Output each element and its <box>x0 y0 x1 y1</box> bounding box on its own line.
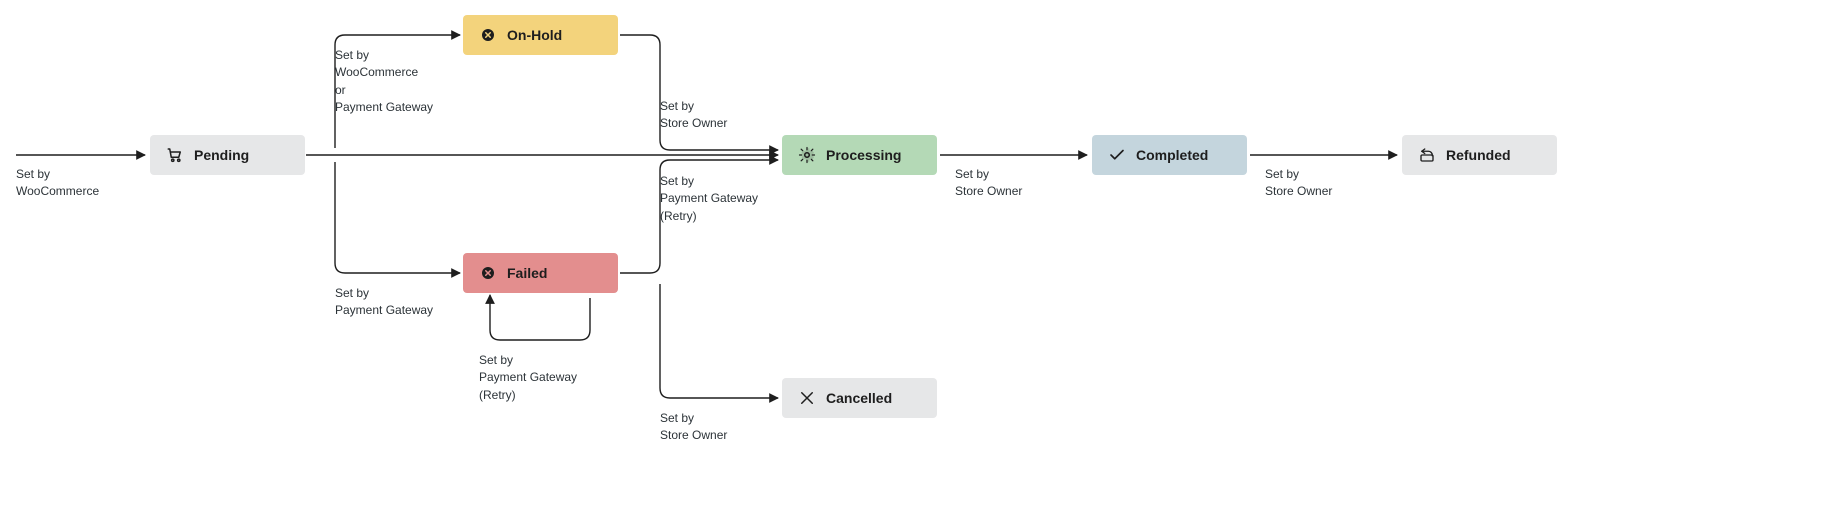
caption-pending-failed: Set by Payment Gateway <box>335 285 433 320</box>
status-label: Refunded <box>1446 147 1511 163</box>
x-circle-icon <box>479 26 497 44</box>
status-refunded: Refunded <box>1402 135 1557 175</box>
status-label: On-Hold <box>507 27 562 43</box>
caption-failed-proc: Set by Payment Gateway (Retry) <box>660 173 758 225</box>
caption-onhold-proc: Set by Store Owner <box>660 98 727 133</box>
cart-icon <box>166 146 184 164</box>
undo-box-icon <box>1418 146 1436 164</box>
status-processing: Processing <box>782 135 937 175</box>
caption-start: Set by WooCommerce <box>16 166 99 201</box>
status-label: Cancelled <box>826 390 892 406</box>
status-failed: Failed <box>463 253 618 293</box>
status-onhold: On-Hold <box>463 15 618 55</box>
status-label: Failed <box>507 265 547 281</box>
caption-proc-completed: Set by Store Owner <box>955 166 1022 201</box>
x-circle-icon <box>479 264 497 282</box>
status-cancelled: Cancelled <box>782 378 937 418</box>
caption-completed-refund: Set by Store Owner <box>1265 166 1332 201</box>
caption-pending-onhold: Set by WooCommerce or Payment Gateway <box>335 47 433 117</box>
caption-failed-retry: Set by Payment Gateway (Retry) <box>479 352 577 404</box>
flow-arrows <box>0 0 1837 505</box>
order-status-flow-diagram: Pending On-Hold Failed Processing <box>0 0 1837 505</box>
x-icon <box>798 389 816 407</box>
caption-failed-cancelled: Set by Store Owner <box>660 410 727 445</box>
status-pending: Pending <box>150 135 305 175</box>
check-icon <box>1108 146 1126 164</box>
status-label: Pending <box>194 147 249 163</box>
status-label: Processing <box>826 147 901 163</box>
status-label: Completed <box>1136 147 1208 163</box>
status-completed: Completed <box>1092 135 1247 175</box>
gear-icon <box>798 146 816 164</box>
